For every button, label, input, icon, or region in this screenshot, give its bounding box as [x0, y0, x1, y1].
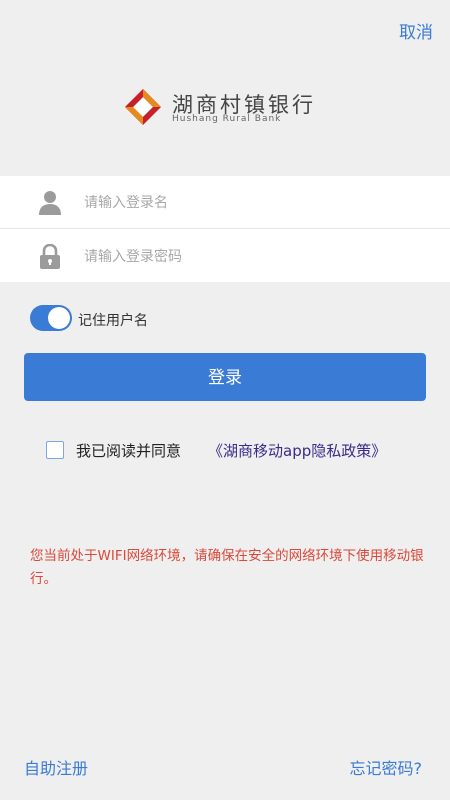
- toggle-knob: [48, 307, 70, 329]
- username-input[interactable]: [82, 188, 426, 218]
- remember-username-toggle[interactable]: [30, 305, 72, 331]
- lock-icon: [40, 244, 60, 269]
- forgot-password-link[interactable]: 忘记密码?: [350, 755, 423, 779]
- remember-username-row: 记住用户名: [30, 305, 230, 333]
- privacy-policy-link[interactable]: 《湖商移动app隐私政策》: [208, 440, 386, 461]
- wifi-warning-text: 您当前处于WIFI网络环境，请确保在安全的网络环境下使用移动银行。: [30, 548, 424, 587]
- user-icon: [39, 191, 61, 215]
- bank-logo-mark-icon: [125, 89, 161, 125]
- field-divider: [0, 228, 450, 229]
- login-form: [0, 176, 450, 282]
- username-field: [0, 176, 450, 229]
- password-input[interactable]: [82, 242, 426, 272]
- bank-name-en: Hushang Rural Bank: [172, 114, 282, 124]
- agreement-row: 我已阅读并同意 《湖商移动app隐私政策》: [46, 440, 426, 462]
- top-bar: 取消: [0, 0, 450, 58]
- bank-logo: 湖商村镇银行 Hushang Rural Bank: [124, 86, 334, 130]
- agreement-text: 我已阅读并同意: [76, 442, 182, 460]
- self-register-link[interactable]: 自助注册: [24, 755, 88, 779]
- remember-username-label: 记住用户名: [78, 313, 148, 329]
- password-field: [0, 230, 450, 282]
- login-button[interactable]: 登录: [24, 353, 426, 401]
- cancel-button[interactable]: 取消: [399, 18, 433, 43]
- agreement-checkbox[interactable]: [46, 441, 64, 459]
